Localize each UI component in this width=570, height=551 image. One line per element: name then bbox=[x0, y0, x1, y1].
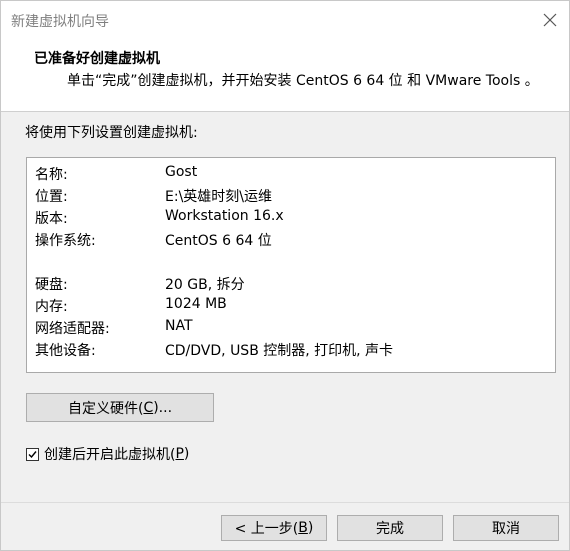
window-title: 新建虚拟机向导 bbox=[11, 14, 109, 30]
summary-value: CentOS 6 64 位 bbox=[165, 233, 272, 249]
summary-value: Gost bbox=[165, 164, 198, 180]
page-title: 已准备好创建虚拟机 bbox=[34, 51, 160, 67]
back-button[interactable]: < 上一步(B) bbox=[221, 515, 327, 541]
summary-key: 版本: bbox=[35, 211, 68, 227]
summary-value: 20 GB, 拆分 bbox=[165, 277, 245, 293]
close-icon bbox=[543, 13, 557, 27]
summary-key: 操作系统: bbox=[35, 233, 96, 249]
back-mnemonic: B bbox=[298, 520, 308, 536]
summary-value: NAT bbox=[165, 318, 193, 334]
cancel-button[interactable]: 取消 bbox=[453, 515, 559, 541]
close-button[interactable] bbox=[535, 5, 565, 35]
summary-value: 1024 MB bbox=[165, 296, 227, 312]
summary-key: 内存: bbox=[35, 299, 68, 315]
title-bar: 新建虚拟机向导 bbox=[1, 1, 569, 39]
settings-summary-box: 名称: Gost 位置: E:\英雄时刻\运维 版本: Workstation … bbox=[26, 157, 556, 373]
power-on-checkbox[interactable] bbox=[26, 447, 39, 461]
wizard-header: 已准备好创建虚拟机 单击“完成”创建虚拟机，并开始安装 CentOS 6 64 … bbox=[1, 39, 569, 112]
summary-key: 名称: bbox=[35, 167, 68, 183]
page-description: 单击“完成”创建虚拟机，并开始安装 CentOS 6 64 位 和 VMware… bbox=[67, 73, 539, 89]
summary-key: 网络适配器: bbox=[35, 321, 110, 337]
power-on-after-create-option[interactable]: 创建后开启此虚拟机(P) bbox=[26, 444, 189, 464]
summary-key: 其他设备: bbox=[35, 343, 96, 359]
summary-intro: 将使用下列设置创建虚拟机: bbox=[25, 125, 198, 141]
footer-divider bbox=[1, 502, 569, 503]
finish-label: 完成 bbox=[376, 521, 404, 537]
back-suffix: ) bbox=[307, 520, 314, 536]
customize-hardware-label: 自定义硬件( bbox=[67, 400, 144, 417]
summary-key: 位置: bbox=[35, 189, 68, 205]
back-label: < 上一步( bbox=[234, 521, 299, 537]
checkmark-icon bbox=[28, 450, 37, 458]
cancel-label: 取消 bbox=[492, 521, 520, 537]
summary-value: Workstation 16.x bbox=[165, 208, 284, 224]
finish-button[interactable]: 完成 bbox=[337, 515, 443, 541]
customize-hardware-button[interactable]: 自定义硬件(C)... bbox=[26, 393, 214, 422]
power-on-label: 创建后开启此虚拟机( bbox=[44, 447, 176, 463]
power-on-suffix: ) bbox=[183, 446, 190, 462]
customize-hardware-suffix: )... bbox=[153, 399, 173, 416]
summary-value: CD/DVD, USB 控制器, 打印机, 声卡 bbox=[165, 343, 394, 359]
new-vm-wizard-window: 新建虚拟机向导 已准备好创建虚拟机 单击“完成”创建虚拟机，并开始安装 Cent… bbox=[0, 0, 570, 551]
summary-key: 硬盘: bbox=[35, 277, 68, 293]
customize-hardware-mnemonic: C bbox=[143, 399, 154, 416]
power-on-mnemonic: P bbox=[175, 446, 184, 462]
summary-value: E:\英雄时刻\运维 bbox=[165, 189, 272, 205]
